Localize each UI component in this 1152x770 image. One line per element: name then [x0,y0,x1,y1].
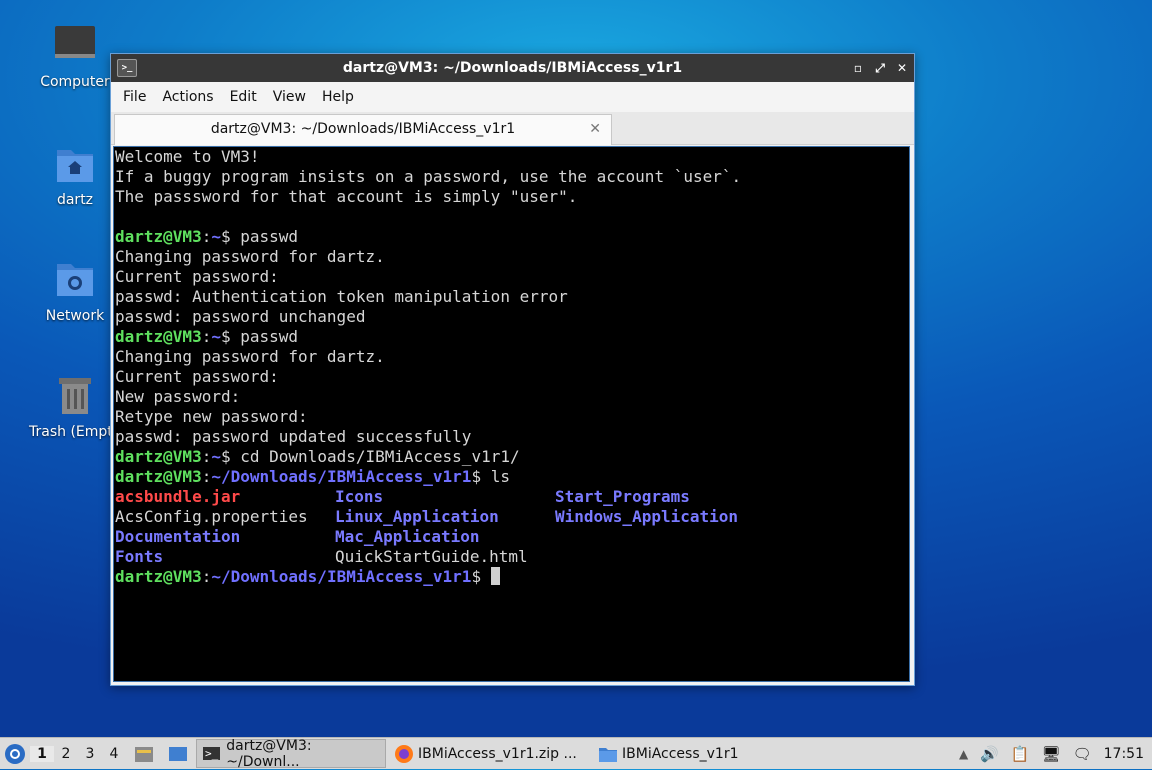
start-menu-icon [5,743,25,764]
prompt-path: ~ [211,227,221,246]
menu-help[interactable]: Help [314,89,362,105]
ls-row: Fonts QuickStartGuide.html [115,547,909,567]
terminal-line: If a buggy program insists on a password… [115,167,742,186]
task-firefox[interactable]: IBMiAccess_v1r1.zip ... [388,739,590,768]
tab-label: dartz@VM3: ~/Downloads/IBMiAccess_v1r1 [210,121,516,137]
system-tray: ▲ 🔊 📋 🖥 🗨 17:51 [959,738,1152,769]
command-text: ls [490,467,510,486]
file-manager-launcher[interactable] [128,739,160,768]
ls-row: Documentation Mac_Application [115,527,909,547]
terminal-line: Current password: [115,367,279,386]
terminal-line: Welcome to VM3! [115,147,260,166]
minimize-icon[interactable]: ▫ [852,54,864,82]
prompt-path: ~/Downloads/IBMiAccess_v1r1 [211,567,472,586]
prompt-user: dartz@VM3 [115,447,202,466]
prompt-path: ~ [211,327,221,346]
menu-file[interactable]: File [115,89,154,105]
start-menu-button[interactable] [0,738,30,769]
terminal-line: Changing password for dartz. [115,247,385,266]
clipboard-icon[interactable]: 📋 [1011,745,1030,763]
menu-actions[interactable]: Actions [154,89,221,105]
terminal-line: Retype new password: [115,407,308,426]
taskbar: 1 2 3 4 >_ dartz@VM3: ~/Downl... IBMiAcc… [0,737,1152,770]
network-monitor-icon[interactable]: 🖥 [1042,745,1061,763]
workspace-2[interactable]: 2 [54,746,78,762]
show-desktop-icon [169,746,187,761]
notifications-icon[interactable]: 🗨 [1073,745,1092,763]
ls-entry: QuickStartGuide.html [335,547,528,566]
task-label: IBMiAccess_v1r1.zip ... [418,745,577,762]
workspace-4[interactable]: 4 [102,746,126,762]
workspace-3[interactable]: 3 [78,746,102,762]
ls-entry: Documentation [115,527,241,546]
ls-entry: Fonts [115,547,164,566]
tray-up-arrow-icon[interactable]: ▲ [959,747,968,761]
ls-row: AcsConfig.properties Linux_Application Win… [115,507,909,527]
terminal-line: Changing password for dartz. [115,347,385,366]
terminal-task-icon: >_ [203,747,221,760]
menu-edit[interactable]: Edit [222,89,265,105]
volume-icon[interactable]: 🔊 [980,745,999,763]
terminal-prompt-line: dartz@VM3:~$ passwd [115,327,299,346]
ls-entry: Linux_Application [335,507,499,526]
text-cursor [490,567,500,585]
ls-entry: AcsConfig.properties [115,507,308,526]
window-titlebar[interactable]: >_ dartz@VM3: ~/Downloads/IBMiAccess_v1r… [111,54,914,82]
tab-bar: dartz@VM3: ~/Downloads/IBMiAccess_v1r1 ✕ [111,112,914,145]
terminal-line: New password: [115,387,241,406]
terminal-line: passwd: Authentication token manipulatio… [115,287,568,306]
terminal-output[interactable]: Welcome to VM3! If a buggy program insis… [113,146,910,682]
trash-icon [53,374,97,418]
terminal-tab[interactable]: dartz@VM3: ~/Downloads/IBMiAccess_v1r1 ✕ [114,114,612,145]
ls-row: acsbundle.jar Icons Start_Programs [115,487,909,507]
ls-entry: acsbundle.jar [115,487,241,506]
terminal-app-icon: >_ [117,59,137,77]
task-label: dartz@VM3: ~/Downl... [226,737,312,770]
task-terminal[interactable]: >_ dartz@VM3: ~/Downl... [196,737,386,770]
terminal-line: passwd: password unchanged [115,307,366,326]
task-folder[interactable]: IBMiAccess_v1r1 [592,739,784,768]
firefox-icon [395,744,413,763]
terminal-prompt-line: dartz@VM3:~$ cd Downloads/IBMiAccess_v1r… [115,447,520,466]
task-label: IBMiAccess_v1r1 [622,745,739,762]
prompt-user: dartz@VM3 [115,567,202,586]
terminal-window: >_ dartz@VM3: ~/Downloads/IBMiAccess_v1r… [110,53,915,686]
folder-icon [599,747,617,762]
prompt-path: ~/Downloads/IBMiAccess_v1r1 [211,467,472,486]
maximize-icon[interactable]: ⤢ [874,54,886,82]
tab-close-icon[interactable]: ✕ [589,115,601,143]
ls-entry: Start_Programs [555,487,690,506]
prompt-user: dartz@VM3 [115,227,202,246]
terminal-line: The passsword for that account is simply… [115,187,578,206]
command-text: passwd [240,227,299,246]
close-icon[interactable]: ✕ [896,54,908,82]
home-folder-icon [53,142,97,186]
ls-entry: Windows_Application [555,507,739,526]
prompt-user: dartz@VM3 [115,327,202,346]
menu-bar: File Actions Edit View Help [111,82,914,112]
command-text: passwd [240,327,299,346]
clock[interactable]: 17:51 [1104,746,1144,762]
terminal-line: passwd: password updated successfully [115,427,472,446]
prompt-user: dartz@VM3 [115,467,202,486]
terminal-prompt-line: dartz@VM3:~/Downloads/IBMiAccess_v1r1$ [115,567,909,587]
ls-entry: Mac_Application [335,527,480,546]
terminal-line: Current password: [115,267,279,286]
ls-entry: Icons [335,487,384,506]
menu-view[interactable]: View [265,89,314,105]
file-manager-icon [135,746,153,762]
window-title: dartz@VM3: ~/Downloads/IBMiAccess_v1r1 [342,60,683,76]
prompt-path: ~ [211,447,221,466]
terminal-prompt-line: dartz@VM3:~$ passwd [115,227,299,246]
network-folder-icon [53,258,97,302]
terminal-prompt-line: dartz@VM3:~/Downloads/IBMiAccess_v1r1$ l… [115,467,510,486]
computer-icon [53,24,97,68]
command-text: cd Downloads/IBMiAccess_v1r1/ [240,447,520,466]
workspace-1[interactable]: 1 [30,745,54,762]
show-desktop-button[interactable] [162,739,194,768]
